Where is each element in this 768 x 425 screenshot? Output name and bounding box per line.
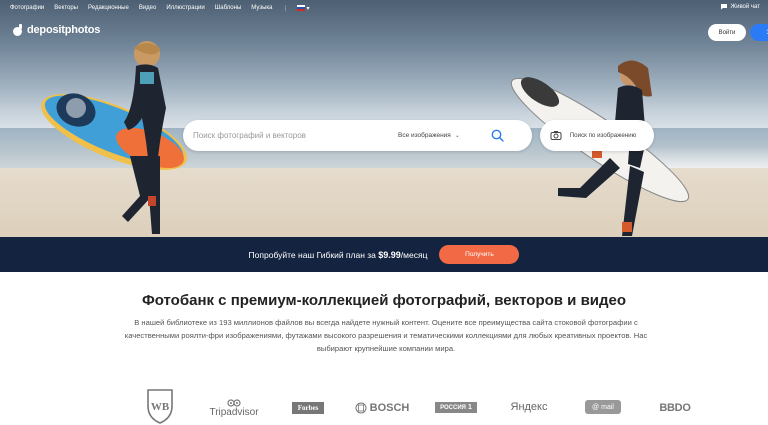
forbes-text: Forbes (297, 404, 319, 412)
chevron-down-icon: ⌄ (454, 133, 460, 139)
mail-text: mail (601, 403, 614, 411)
promo-text-prefix: Попробуйте наш Гибкий план за (248, 249, 379, 260)
promo-text-suffix: /месяц (400, 249, 428, 260)
register-button[interactable]: За (750, 24, 768, 41)
search-input[interactable] (193, 131, 398, 140)
page-lead-text: В нашей библиотеке из 193 миллионов файл… (124, 318, 648, 353)
logo-text: depositphotos (27, 24, 101, 36)
top-navigation: Фотографии Векторы Редакционные Видео Ил… (0, 0, 768, 16)
language-flag-icon[interactable] (296, 5, 305, 11)
bosch-logo: BOSCH (350, 400, 414, 416)
warner-bros-logo: WB (146, 388, 174, 425)
yandex-text: Яндекс (510, 401, 548, 413)
nav-vectors[interactable]: Векторы (54, 5, 78, 11)
image-type-dropdown[interactable]: Все изображения ⌄ (398, 132, 482, 139)
russia1-text: РОССИЯ (440, 404, 466, 411)
page-headline: Фотобанк с премиум-коллекцией фотографий… (141, 292, 627, 309)
owl-icon (227, 399, 241, 407)
nav-illustrations[interactable]: Иллюстрации (166, 5, 204, 11)
visual-search-label: Поиск по изображению (569, 131, 637, 139)
nav-video[interactable]: Видео (139, 5, 157, 11)
chevron-down-icon[interactable]: ▾ (307, 5, 310, 12)
chat-icon (720, 4, 727, 10)
mail-logo: @ mail (585, 400, 621, 414)
nav-photos[interactable]: Фотографии (10, 5, 44, 11)
tripadvisor-text: Tripadvisor (209, 407, 259, 418)
login-button[interactable]: Войти (708, 24, 746, 41)
search-icon (491, 129, 504, 142)
svg-text:WB: WB (151, 401, 170, 413)
promo-banner: Попробуйте наш Гибкий план за $9.99/меся… (0, 237, 768, 272)
bbdo-logo: BBDO (654, 400, 696, 416)
hero-image-child-surfer (41, 41, 187, 234)
get-plan-button[interactable]: Получить (439, 245, 520, 264)
forbes-logo: Forbes (292, 402, 324, 414)
live-chat-link[interactable]: Живой чат (720, 3, 760, 10)
russia1-logo: РОССИЯ 1 (435, 402, 477, 413)
client-logos: WB Tripadvisor Forbes BOSCH РОССИЯ 1 Янд… (0, 388, 768, 425)
search-bar: Все изображения ⌄ (183, 120, 532, 151)
yandex-logo: Яндекс (506, 399, 552, 415)
promo-price: $9.99 (378, 249, 401, 260)
logo-icon (12, 24, 23, 36)
tripadvisor-logo: Tripadvisor (204, 394, 264, 422)
nav-templates[interactable]: Шаблоны (215, 5, 242, 11)
bosch-armature-icon (355, 402, 367, 414)
russia1-number: 1 (467, 404, 472, 411)
more-dots-icon[interactable]: ⋮ (283, 5, 289, 12)
search-button[interactable] (485, 124, 509, 148)
promo-text: Попробуйте наш Гибкий план за $9.99/меся… (249, 250, 428, 260)
bosch-text: BOSCH (369, 402, 410, 414)
depositphotos-logo[interactable]: depositphotos (12, 24, 100, 36)
bbdo-text: BBDO (659, 402, 691, 414)
nav-music[interactable]: Музыка (251, 5, 272, 11)
at-icon: @ (592, 403, 600, 411)
camera-search-icon (550, 131, 562, 140)
live-chat-label: Живой чат (730, 3, 760, 10)
hero-banner: Фотографии Векторы Редакционные Видео Ил… (0, 0, 768, 237)
image-type-value: Все изображения (398, 132, 451, 139)
nav-editorial[interactable]: Редакционные (88, 5, 129, 11)
visual-search-button[interactable]: Поиск по изображению (540, 120, 654, 151)
